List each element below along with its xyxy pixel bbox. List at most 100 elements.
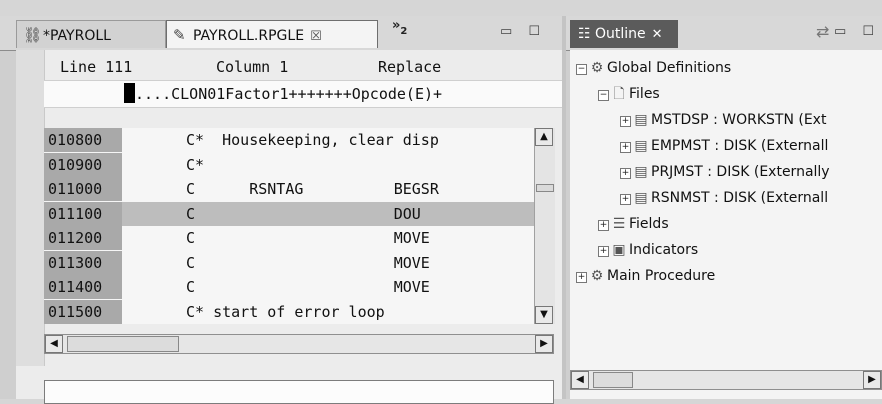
global-definitions-icon: ⚙ (590, 60, 604, 76)
tree-node[interactable]: + ⚙ Main Procedure (576, 264, 715, 288)
collapse-icon[interactable]: − (576, 64, 587, 75)
sequence-number: 011400 (44, 275, 122, 299)
vertical-scroll-thumb[interactable] (536, 184, 554, 192)
code-text: C* start of error loop (186, 302, 385, 321)
tab-payroll[interactable]: ⛓*PAYROLL (16, 20, 166, 48)
sequence-number: 010900 (44, 152, 122, 177)
tab-outline[interactable]: ☷ Outline ✕ (570, 20, 678, 48)
outline-icon: ☷ (578, 26, 596, 42)
code-row[interactable]: 010800 C* Housekeeping, clear disp (44, 128, 534, 152)
files-icon: 🗋 (613, 86, 625, 102)
horizontal-scroll-thumb[interactable] (67, 336, 179, 352)
code-row[interactable]: 011400 C MOVE (44, 275, 534, 299)
outline-window-buttons[interactable]: ▭ ☐ (834, 24, 880, 39)
horizontal-scroll-thumb[interactable] (593, 372, 633, 388)
scroll-down-arrow-icon[interactable]: ▼ (535, 306, 553, 324)
tab-payroll-rpgle[interactable]: ✎ PAYROLL.RPGLE ☒ (166, 20, 378, 48)
file-icon: ▤ (634, 138, 648, 154)
code-text: C* Housekeeping, clear disp (186, 131, 439, 149)
scroll-right-arrow-icon[interactable]: ▶ (863, 371, 881, 389)
outline-tree[interactable]: − ⚙ Global Definitions − 🗋 Files + ▤ MSTDSP : WO… (576, 56, 882, 356)
ruler-cursor (124, 83, 135, 103)
close-outline-icon[interactable]: ✕ (652, 21, 663, 49)
tab-payroll-rpgle-label: PAYROLL.RPGLE (193, 28, 305, 44)
editor-window-buttons[interactable]: ▭ ☐ (500, 24, 546, 39)
editor-vertical-scrollbar[interactable]: ▲ ▼ (534, 128, 555, 324)
outline-horizontal-scrollbar[interactable]: ◀ ▶ (570, 370, 882, 390)
tree-node-label: PRJMST : DISK (Externally (651, 164, 830, 180)
sequence-number: 011100 (44, 201, 122, 226)
insert-mode-indicator: Replace (378, 58, 442, 76)
code-row[interactable]: 011000 C RSNTAG BEGSR (44, 177, 534, 201)
tree-node[interactable]: + ▤ RSNMST : DISK (Externall (620, 186, 828, 210)
tree-node-label: Files (629, 86, 660, 102)
file-icon: ▤ (634, 164, 648, 180)
outline-header: ☷ Outline ✕ ⇄ ▭ ☐ (566, 16, 882, 51)
ruler-text: ....CLON01Factor1+++++++Opcode(E)+ (135, 85, 443, 103)
expand-icon[interactable]: + (620, 168, 631, 179)
collapse-icon[interactable]: − (598, 90, 609, 101)
scroll-up-arrow-icon[interactable]: ▲ (535, 128, 553, 146)
tab-overflow-button[interactable]: »2 (392, 18, 407, 37)
tab-payroll-label: *PAYROLL (43, 28, 111, 44)
close-tab-icon[interactable]: ☒ (310, 23, 322, 51)
outline-title: Outline (595, 26, 646, 42)
code-row[interactable]: 011300 C MOVE (44, 250, 534, 275)
indicators-icon: ▣ (612, 242, 626, 258)
tree-node[interactable]: − 🗋 Files (598, 82, 660, 106)
tree-node[interactable]: + ☰ Fields (598, 212, 669, 236)
expand-icon[interactable]: + (598, 220, 609, 231)
fields-icon: ☰ (612, 216, 626, 232)
expand-icon[interactable]: + (576, 272, 587, 283)
tree-node-label: Global Definitions (607, 60, 732, 76)
tree-node[interactable]: + ▤ PRJMST : DISK (Externally (620, 160, 830, 184)
sequence-number: 011300 (44, 250, 122, 275)
source-code-area[interactable]: 010800 C* Housekeeping, clear disp 010900 C… (44, 128, 534, 324)
code-row[interactable]: 011200 C MOVE (44, 226, 534, 250)
overflow-count: 2 (400, 26, 408, 37)
expand-icon[interactable]: + (598, 246, 609, 257)
column-indicator: Column 1 (216, 58, 289, 76)
scroll-left-arrow-icon[interactable]: ◀ (45, 335, 63, 353)
editor-tab-bar: ⛓*PAYROLL ✎ PAYROLL.RPGLE ☒ »2 ▭ ☐ (0, 16, 562, 51)
sequence-number: 010800 (44, 128, 122, 152)
expand-icon[interactable]: + (620, 142, 631, 153)
code-row[interactable]: 010900 C* (44, 152, 534, 177)
tree-node[interactable]: + ▤ MSTDSP : WORKSTN (Ext (620, 108, 826, 132)
expand-icon[interactable]: + (620, 194, 631, 205)
scroll-left-arrow-icon[interactable]: ◀ (571, 371, 589, 389)
tree-node[interactable]: + ▣ Indicators (598, 238, 698, 262)
editor-status-line: Line 111 Column 1 Replace (44, 54, 562, 80)
tree-node[interactable]: + ▤ EMPMST : DISK (Externall (620, 134, 828, 158)
code-text: C MOVE (186, 229, 430, 247)
tree-node-label: Main Procedure (607, 268, 716, 284)
expand-icon[interactable]: + (620, 116, 631, 127)
format-ruler: ....CLON01Factor1+++++++Opcode(E)+ (44, 80, 562, 108)
pencil-icon: ✎ (173, 26, 186, 44)
code-row[interactable]: 011500 C* start of error loop (44, 299, 534, 324)
code-row[interactable]: 011100 C DOU (44, 201, 534, 226)
sequence-number: 011000 (44, 177, 122, 201)
sequence-number: 011200 (44, 226, 122, 250)
sync-icon[interactable]: ⇄ (816, 22, 829, 41)
file-icon: ▤ (634, 112, 648, 128)
code-text: C MOVE (186, 253, 430, 272)
scroll-right-arrow-icon[interactable]: ▶ (535, 335, 553, 353)
file-icon: ▤ (634, 190, 648, 206)
tree-node-label: Fields (629, 216, 669, 232)
code-text: C RSNTAG BEGSR (186, 180, 439, 198)
tree-node-label: MSTDSP : WORKSTN (Ext (651, 112, 827, 128)
code-text: C DOU (186, 204, 421, 223)
tree-node[interactable]: − ⚙ Global Definitions (576, 56, 731, 80)
sequence-number: 011500 (44, 299, 122, 324)
editor-left-gutter (16, 50, 45, 366)
line-indicator: Line 111 (60, 58, 133, 76)
command-input[interactable] (44, 380, 554, 404)
tree-node-label: RSNMST : DISK (Externall (651, 190, 829, 206)
main-procedure-icon: ⚙ (590, 268, 604, 284)
code-text: C* (186, 155, 205, 174)
tree-node-label: Indicators (629, 242, 699, 258)
editor-horizontal-scrollbar[interactable]: ◀ ▶ (44, 334, 554, 354)
outline-pane: ☷ Outline ✕ ⇄ ▭ ☐ − ⚙ Global Definitions − 🗋 F… (566, 16, 882, 399)
editor-pane: ⛓*PAYROLL ✎ PAYROLL.RPGLE ☒ »2 ▭ ☐ Line 11… (0, 16, 562, 404)
